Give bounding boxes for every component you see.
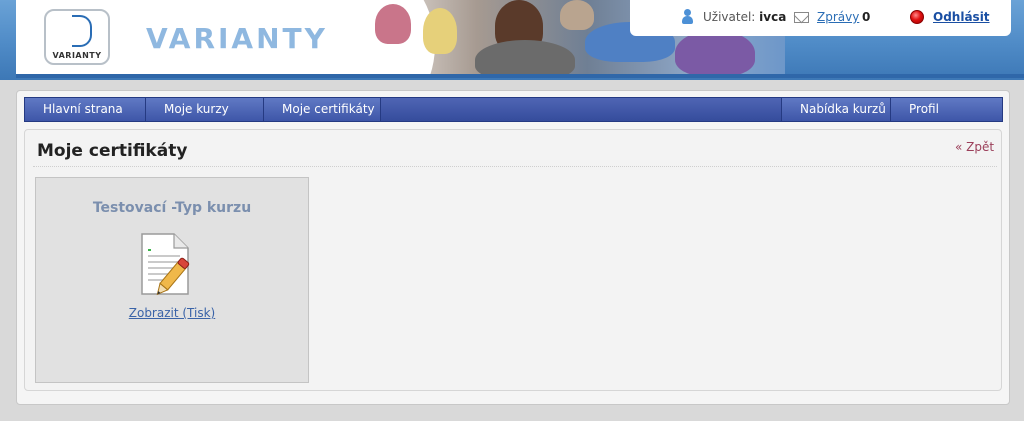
certificate-document-pencil-icon — [141, 233, 190, 296]
logo-small-text: VARIANTY — [52, 51, 102, 60]
certificate-view-print-link[interactable]: Zobrazit (Tisk) — [35, 306, 309, 320]
nav-item-home[interactable]: Hlavní strana — [25, 98, 146, 121]
logout-link[interactable]: Odhlásit — [933, 10, 990, 24]
page-title: Moje certifikáty — [37, 141, 188, 161]
title-divider — [33, 166, 997, 167]
messages-count: 0 — [862, 10, 871, 24]
nav-item-course-offer[interactable]: Nabídka kurzů — [781, 98, 890, 121]
user-info: Uživatel: ivca — [703, 10, 786, 24]
logout-red-dot-icon — [910, 10, 924, 24]
messages-link[interactable]: Zprávy — [817, 10, 859, 24]
brand-name: VARIANTY — [146, 22, 328, 55]
main-navigation: Hlavní strana Moje kurzy Moje certifikát… — [24, 97, 1003, 122]
nav-item-my-courses[interactable]: Moje kurzy — [146, 98, 264, 121]
header-divider — [16, 74, 1024, 78]
user-name: ivca — [759, 10, 787, 24]
user-icon — [681, 9, 693, 25]
mail-icon — [794, 12, 809, 23]
user-label: Uživatel: — [703, 10, 756, 24]
logo-ear-icon — [72, 15, 92, 47]
nav-item-my-certificates[interactable]: Moje certifikáty — [264, 98, 381, 121]
back-link[interactable]: « Zpět — [955, 140, 994, 154]
site-logo[interactable]: VARIANTY — [44, 9, 110, 65]
nav-item-profile[interactable]: Profil — [890, 98, 1002, 121]
certificate-title: Testovací -Typ kurzu — [92, 200, 252, 216]
